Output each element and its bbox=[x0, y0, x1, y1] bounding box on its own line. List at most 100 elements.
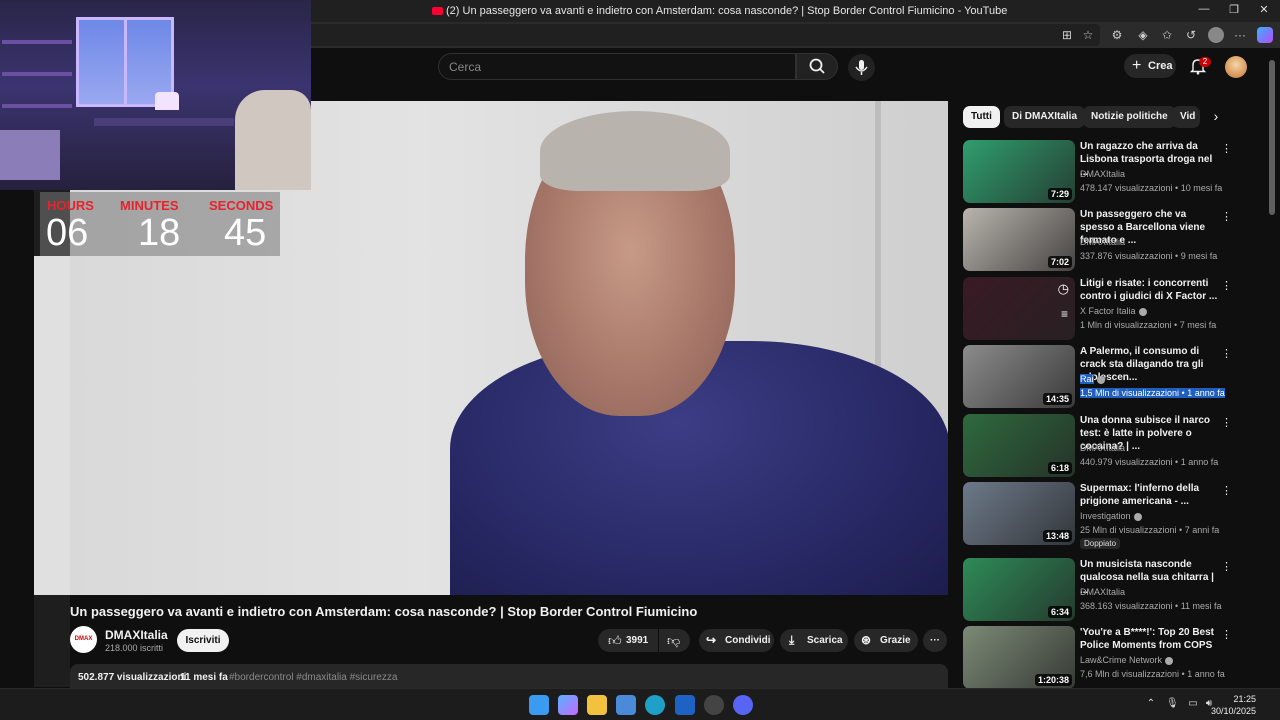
more-vertical-icon[interactable]: ⋮ bbox=[1221, 484, 1232, 498]
description-box[interactable]: 502.877 visualizzazioni 11 mesi fa #bord… bbox=[70, 664, 948, 688]
extensions-icon[interactable]: ⚙ bbox=[1109, 27, 1125, 43]
duration-badge: 13:48 bbox=[1042, 530, 1072, 542]
recommendation-card[interactable]: 6:34 Un musicista nasconde qualcosa nella… bbox=[963, 558, 1263, 622]
duration-badge: 7:29 bbox=[1047, 188, 1072, 200]
chevron-right-icon[interactable]: › bbox=[1207, 108, 1225, 126]
more-vertical-icon[interactable]: ⋮ bbox=[1221, 210, 1232, 224]
recommendation-channel[interactable]: DMAXItalia bbox=[1080, 587, 1125, 597]
recommendation-card[interactable]: 14:35 A Palermo, il consumo di crack sta … bbox=[963, 345, 1263, 409]
recommendation-title[interactable]: Supermax: l'inferno della prigione ameri… bbox=[1080, 482, 1218, 508]
recommendation-card[interactable]: 6:18 Una donna subisce il narco test: è l… bbox=[963, 414, 1263, 478]
thanks-button[interactable]: ⊛ Grazie bbox=[854, 629, 918, 652]
recommendation-channel[interactable]: DMAXItalia bbox=[1080, 443, 1125, 453]
chip-political-news[interactable]: Notizie politiche bbox=[1083, 106, 1176, 128]
video-thumbnail[interactable]: 7:29 bbox=[963, 140, 1075, 203]
microphone-tray-icon[interactable]: 🎙︎ bbox=[1166, 698, 1179, 710]
hashtags[interactable]: #bordercontrol #dmaxitalia #sicurezza bbox=[229, 672, 397, 683]
account-avatar[interactable] bbox=[1225, 56, 1247, 78]
watch-later-icon[interactable]: ◷ bbox=[1058, 281, 1069, 297]
view-count: 502.877 visualizzazioni bbox=[78, 672, 187, 683]
chip-videos[interactable]: Vid bbox=[1172, 106, 1200, 128]
store-icon[interactable] bbox=[616, 695, 636, 715]
app-available-icon[interactable]: ⊞ bbox=[1059, 27, 1075, 43]
more-vertical-icon[interactable]: ⋮ bbox=[1221, 560, 1232, 574]
channel-name[interactable]: DMAXItalia bbox=[105, 628, 168, 642]
recommendation-card[interactable]: 13:48 Supermax: l'inferno della prigione … bbox=[963, 482, 1263, 549]
recommendation-channel[interactable]: Investigation bbox=[1080, 511, 1142, 521]
more-actions-button[interactable]: ··· bbox=[923, 629, 947, 652]
dislike-button[interactable]: 👎︎ bbox=[659, 629, 690, 652]
address-bar[interactable] bbox=[305, 24, 1100, 46]
video-thumbnail[interactable]: 7:02 bbox=[963, 208, 1075, 271]
more-vertical-icon[interactable]: ⋮ bbox=[1221, 279, 1232, 293]
favorite-star-icon[interactable]: ☆ bbox=[1080, 27, 1096, 43]
recommendation-channel[interactable]: DMAXItalia bbox=[1080, 169, 1125, 179]
close-icon[interactable]: ✕ bbox=[1254, 3, 1274, 19]
lamp-illustration bbox=[155, 92, 179, 110]
recommendation-title[interactable]: Litigi e risate: i concorrenti contro i … bbox=[1080, 277, 1218, 303]
search-input[interactable] bbox=[449, 59, 779, 75]
duration-badge: 14:35 bbox=[1042, 393, 1072, 405]
discord-icon[interactable] bbox=[733, 695, 753, 715]
video-thumbnail[interactable]: 6:18 bbox=[963, 414, 1075, 477]
edge-icon[interactable] bbox=[645, 695, 665, 715]
recommendation-meta: 7,6 Mln di visualizzazioni • 1 anno fa bbox=[1080, 669, 1225, 679]
video-thumbnail[interactable]: 14:35 bbox=[963, 345, 1075, 408]
recommendation-card[interactable]: ◷ ≡ Litigi e risate: i concorrenti contro … bbox=[963, 277, 1263, 341]
tray-overflow-icon[interactable]: ⌃ bbox=[1145, 698, 1157, 710]
share-button[interactable]: ↪ Condividi bbox=[699, 629, 774, 652]
video-thumbnail[interactable]: 6:34 bbox=[963, 558, 1075, 621]
recommendation-channel[interactable]: Rai bbox=[1080, 374, 1105, 384]
copilot-side-icon[interactable]: ◈ bbox=[1135, 27, 1151, 43]
copilot-taskbar-icon[interactable] bbox=[558, 695, 578, 715]
more-vertical-icon[interactable]: ⋮ bbox=[1221, 142, 1232, 156]
create-label: Crea bbox=[1148, 60, 1173, 72]
recommendation-card[interactable]: 7:02 Un passeggero che va spesso a Barcel… bbox=[963, 208, 1263, 272]
copilot-icon[interactable] bbox=[1257, 27, 1273, 43]
recommendation-channel[interactable]: Law&Crime Network bbox=[1080, 655, 1174, 665]
video-subject-hair bbox=[540, 111, 730, 191]
more-vertical-icon[interactable]: ⋮ bbox=[1221, 416, 1232, 430]
chip-from-channel[interactable]: Di DMAXItalia bbox=[1004, 106, 1086, 128]
more-horizontal-icon: ··· bbox=[930, 635, 940, 646]
add-to-queue-icon[interactable]: ≡ bbox=[1061, 307, 1068, 321]
channel-avatar[interactable]: DMAX bbox=[70, 626, 97, 653]
recommendation-title[interactable]: 'You're a B****!': Top 20 Best Police Mo… bbox=[1080, 626, 1218, 652]
voice-search-button[interactable] bbox=[848, 54, 875, 81]
video-thumbnail[interactable]: ◷ ≡ bbox=[963, 277, 1075, 340]
more-menu-icon[interactable]: ··· bbox=[1232, 27, 1248, 43]
download-button[interactable]: ⤓ Scarica bbox=[780, 629, 848, 652]
seconds-value: 45 bbox=[224, 212, 267, 254]
recommendation-card[interactable]: 7:29 Un ragazzo che arriva da Lisbona tra… bbox=[963, 140, 1263, 204]
minimize-icon[interactable]: — bbox=[1194, 3, 1214, 19]
like-button[interactable]: 👍︎ 3991 bbox=[598, 629, 658, 652]
subscribe-button[interactable]: Iscriviti bbox=[177, 629, 229, 652]
recommendation-card[interactable]: 1:20:38 'You're a B****!': Top 20 Best Po… bbox=[963, 626, 1263, 690]
more-vertical-icon[interactable]: ⋮ bbox=[1221, 347, 1232, 361]
scrollbar-thumb[interactable] bbox=[1269, 60, 1275, 215]
verified-icon bbox=[1096, 375, 1105, 384]
obs-icon[interactable] bbox=[704, 695, 724, 715]
outlook-icon[interactable] bbox=[675, 695, 695, 715]
upload-age: 11 mesi fa bbox=[180, 672, 228, 683]
more-vertical-icon[interactable]: ⋮ bbox=[1221, 628, 1232, 642]
search-button[interactable] bbox=[796, 53, 838, 80]
video-thumbnail[interactable]: 1:20:38 bbox=[963, 626, 1075, 689]
system-clock[interactable]: 21:25 30/10/2025 bbox=[1211, 693, 1256, 717]
history-icon[interactable]: ↺ bbox=[1183, 27, 1199, 43]
recommendation-channel[interactable]: X Factor Italia bbox=[1080, 306, 1147, 316]
start-icon[interactable] bbox=[529, 695, 549, 715]
clock-date: 30/10/2025 bbox=[1210, 706, 1256, 716]
file-explorer-icon[interactable] bbox=[587, 695, 607, 715]
network-icon[interactable]: ▭ bbox=[1187, 698, 1199, 710]
create-button[interactable]: + Crea bbox=[1124, 54, 1176, 78]
maximize-icon[interactable]: ❐ bbox=[1224, 3, 1244, 19]
chip-all[interactable]: Tutti bbox=[963, 106, 1000, 128]
profile-icon[interactable] bbox=[1208, 27, 1224, 43]
search-box[interactable] bbox=[438, 53, 796, 80]
favorites-icon[interactable]: ✩ bbox=[1159, 27, 1175, 43]
video-thumbnail[interactable]: 13:48 bbox=[963, 482, 1075, 545]
window-title: (2) Un passeggero va avanti e indietro c… bbox=[446, 5, 1008, 17]
recommendation-channel[interactable]: DMAXItalia bbox=[1080, 237, 1125, 247]
recommendation-channel-name: X Factor Italia bbox=[1080, 306, 1136, 316]
